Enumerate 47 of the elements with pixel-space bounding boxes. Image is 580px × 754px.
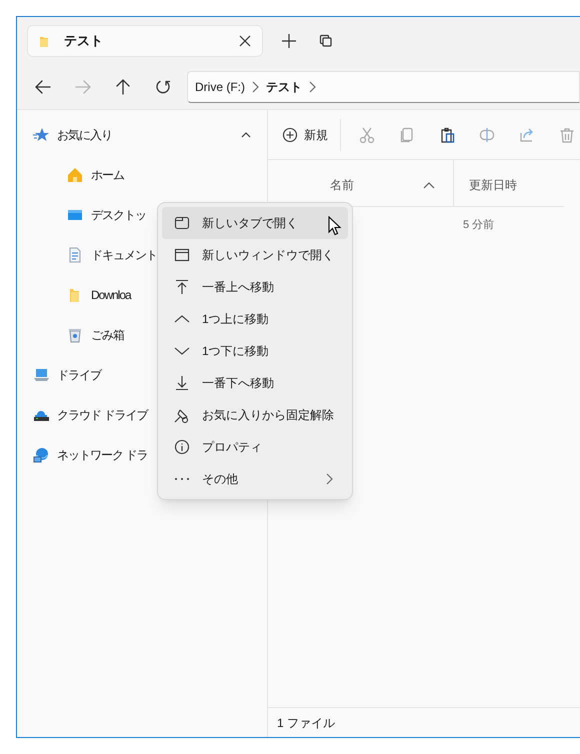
close-icon[interactable] <box>238 34 252 48</box>
back-arrow-icon[interactable] <box>35 79 51 95</box>
drive-icon <box>33 367 49 383</box>
trash-icon <box>67 327 83 343</box>
unpin-icon <box>174 407 190 423</box>
tab-title: テスト <box>64 32 104 50</box>
new-button[interactable]: 新規 <box>282 118 341 150</box>
window-icon <box>174 247 190 263</box>
duplicate-tab-icon[interactable] <box>319 34 333 48</box>
chevron-right-icon <box>251 81 260 93</box>
menu-item[interactable]: その他 <box>162 463 348 495</box>
menu-item[interactable]: 1つ上に移動 <box>162 303 348 335</box>
arrow-to-top-icon <box>174 279 190 295</box>
tab[interactable]: テスト <box>27 25 263 57</box>
menu-item[interactable]: お気に入りから固定解除 <box>162 399 348 431</box>
sidebar-item[interactable]: ホーム <box>17 155 267 195</box>
status-text: 1 ファイル <box>277 714 336 732</box>
menu-item[interactable]: 新しいウィンドウで開く <box>162 239 348 271</box>
desktop-icon <box>67 207 83 223</box>
new-tab-icon[interactable] <box>281 33 297 49</box>
column-header[interactable]: 更新日時 <box>454 160 517 206</box>
chevron-right-icon <box>325 473 334 485</box>
refresh-icon[interactable] <box>155 79 171 95</box>
document-icon <box>67 247 83 263</box>
chevron-up-icon[interactable] <box>241 131 251 139</box>
plus-circle-icon <box>282 126 298 142</box>
home-icon <box>67 167 83 183</box>
breadcrumb-item[interactable]: テスト <box>266 78 302 96</box>
breadcrumb-item[interactable]: Drive (F:) <box>195 78 245 96</box>
folder-icon <box>38 34 50 48</box>
address-bar[interactable]: Drive (F:) テスト <box>187 71 580 103</box>
mouse-pointer-icon <box>328 216 342 236</box>
info-icon <box>174 439 190 455</box>
arrow-to-bottom-icon <box>174 375 190 391</box>
up-arrow-icon[interactable] <box>115 79 131 95</box>
menu-item[interactable]: 新しいタブで開く <box>162 207 348 239</box>
tab-icon <box>174 215 190 231</box>
sidebar-item[interactable]: お気に入り <box>17 115 267 155</box>
menu-item[interactable]: 一番下へ移動 <box>162 367 348 399</box>
chevron-right-icon <box>308 81 317 93</box>
modified-cell-text: 5 分前 <box>463 218 496 233</box>
network-icon <box>33 447 49 463</box>
star-icon <box>33 127 49 143</box>
clipboard-icon[interactable] <box>439 126 455 142</box>
menu-item[interactable]: プロパティ <box>162 431 348 463</box>
menu-item[interactable]: 一番上へ移動 <box>162 271 348 303</box>
menu-item[interactable]: 1つ下に移動 <box>162 335 348 367</box>
